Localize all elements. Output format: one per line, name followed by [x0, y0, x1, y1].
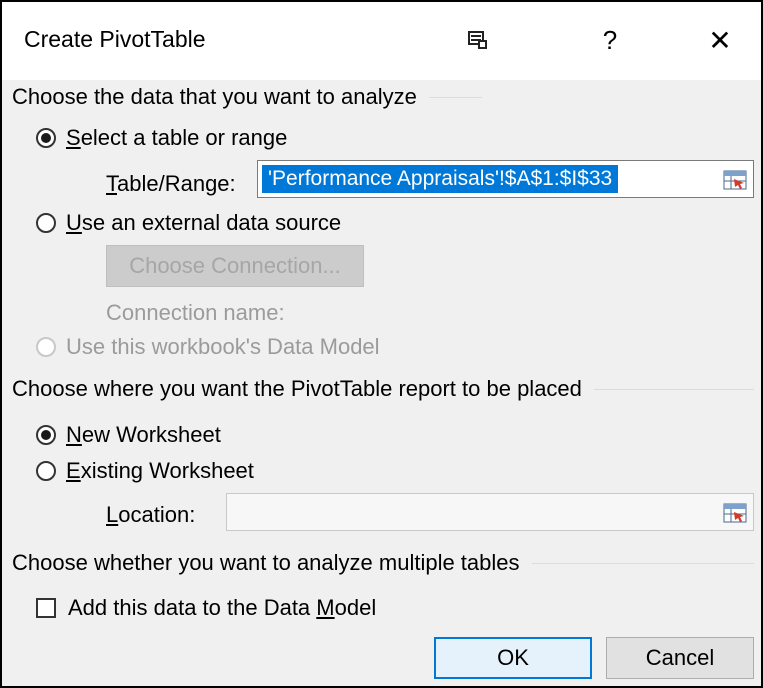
checkbox-indicator — [36, 598, 56, 618]
add-to-data-model-checkbox[interactable]: Add this data to the Data Model — [36, 595, 376, 621]
existing-worksheet-radio[interactable]: Existing Worksheet — [36, 458, 254, 484]
analyze-section-heading: Choose the data that you want to analyze — [12, 84, 482, 110]
external-source-radio[interactable]: Use an external data source — [36, 210, 341, 236]
connection-name-label: Connection name: — [106, 300, 285, 325]
present-online-icon[interactable] — [456, 18, 500, 62]
radio-indicator — [36, 337, 56, 357]
collapse-dialog-icon[interactable] — [718, 163, 752, 197]
help-button[interactable]: ? — [588, 18, 632, 62]
radio-indicator — [36, 128, 56, 148]
create-pivottable-dialog: Create PivotTable ? ✕ Choose the data th… — [0, 0, 763, 688]
radio-indicator — [36, 461, 56, 481]
select-range-radio[interactable]: Select a table or range — [36, 125, 287, 151]
ok-button[interactable]: OK — [434, 637, 592, 679]
placement-section-heading: Choose where you want the PivotTable rep… — [12, 376, 754, 402]
location-label: Location: — [106, 502, 196, 527]
table-range-input[interactable]: 'Performance Appraisals'!$A$1:$I$33 — [257, 160, 754, 198]
table-range-label: Table/Range: — [106, 171, 236, 196]
table-range-value: 'Performance Appraisals'!$A$1:$I$33 — [262, 165, 619, 193]
cancel-button[interactable]: Cancel — [606, 637, 754, 679]
choose-connection-button[interactable]: Choose Connection... — [106, 245, 364, 287]
radio-indicator — [36, 425, 56, 445]
multiple-section-heading: Choose whether you want to analyze multi… — [12, 550, 754, 576]
dialog-content: Choose the data that you want to analyze… — [2, 80, 761, 686]
location-input[interactable] — [226, 493, 754, 531]
dialog-title: Create PivotTable — [24, 26, 206, 52]
data-model-radio[interactable]: Use this workbook's Data Model — [36, 334, 380, 360]
radio-indicator — [36, 213, 56, 233]
close-button[interactable]: ✕ — [698, 18, 742, 62]
collapse-dialog-icon[interactable] — [718, 496, 752, 530]
title-bar: Create PivotTable ? ✕ — [2, 2, 761, 78]
new-worksheet-radio[interactable]: New Worksheet — [36, 422, 221, 448]
